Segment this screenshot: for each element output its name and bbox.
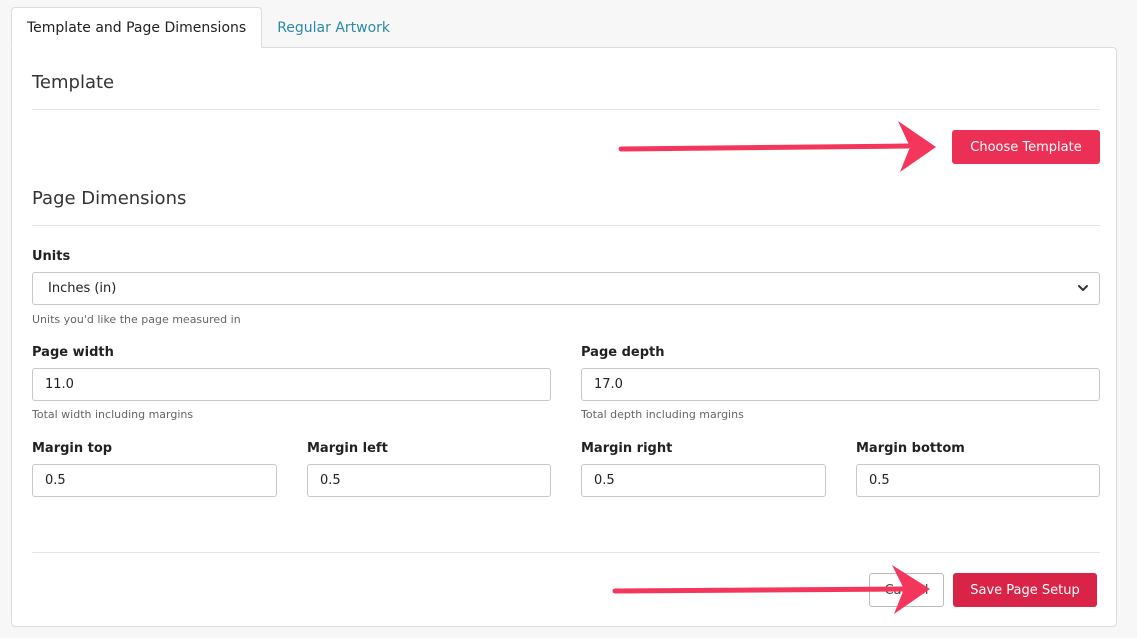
chevron-down-icon [1078, 285, 1088, 291]
margin-left-input[interactable] [307, 464, 551, 497]
settings-card: Template Choose Template Page Dimensions… [11, 47, 1117, 627]
tab-template-page-dimensions[interactable]: Template and Page Dimensions [11, 7, 263, 48]
units-label: Units [32, 249, 71, 264]
page-dimensions-heading: Page Dimensions [32, 188, 187, 209]
margin-bottom-input[interactable] [856, 464, 1100, 497]
margin-top-label: Margin top [32, 441, 113, 456]
margin-right-input[interactable] [581, 464, 826, 497]
tab-regular-artwork[interactable]: Regular Artwork [262, 7, 405, 48]
margin-top-input[interactable] [32, 464, 277, 497]
tab-bar: Template and Page Dimensions Regular Art… [11, 7, 405, 48]
template-divider [32, 109, 1100, 110]
units-select[interactable]: Inches (in) [32, 272, 1100, 305]
save-page-setup-button[interactable]: Save Page Setup [953, 573, 1097, 607]
footer-divider [32, 552, 1100, 553]
margin-right-label: Margin right [581, 441, 673, 456]
units-select-value: Inches (in) [48, 281, 117, 296]
choose-template-button[interactable]: Choose Template [952, 130, 1100, 164]
units-help: Units you'd like the page measured in [32, 313, 241, 326]
margin-left-label: Margin left [307, 441, 388, 456]
margin-bottom-label: Margin bottom [856, 441, 965, 456]
page-width-label: Page width [32, 345, 114, 360]
page-dimensions-divider [32, 225, 1100, 226]
cancel-button[interactable]: Cancel [869, 573, 944, 607]
page-depth-help: Total depth including margins [581, 408, 744, 421]
page-depth-label: Page depth [581, 345, 665, 360]
page-depth-input[interactable] [581, 368, 1100, 401]
page-width-input[interactable] [32, 368, 551, 401]
page-width-help: Total width including margins [32, 408, 194, 421]
template-heading: Template [32, 72, 115, 93]
